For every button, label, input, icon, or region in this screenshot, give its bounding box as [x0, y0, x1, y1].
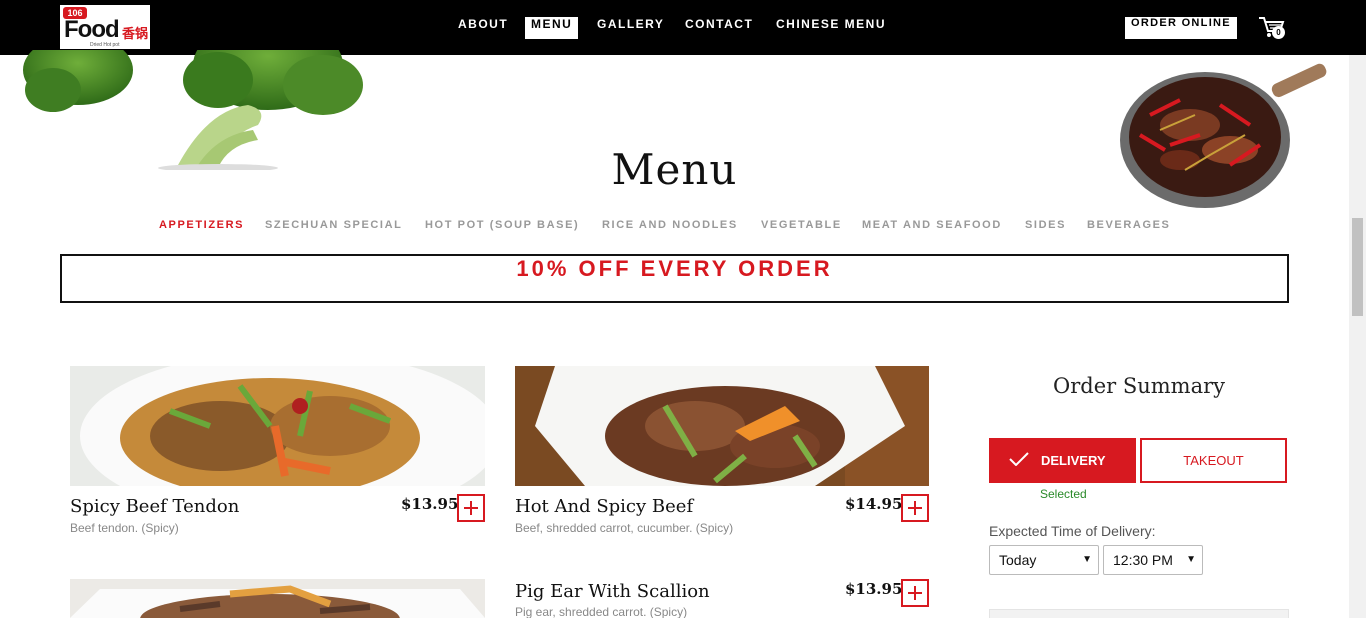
- time-select-value: 12:30 PM: [1113, 552, 1173, 568]
- caret-down-icon: ▼: [1082, 554, 1092, 565]
- tab-hot-pot[interactable]: HOT POT (SOUP BASE): [425, 219, 579, 231]
- selected-status: Selected: [1040, 487, 1087, 501]
- top-nav-bar: 106 Food 香锅 Dried Hot pot ABOUT MENU GAL…: [0, 0, 1366, 55]
- page-scrollbar[interactable]: [1349, 55, 1366, 618]
- nav-chinese-menu[interactable]: CHINESE MENU: [770, 17, 892, 39]
- caret-down-icon: ▼: [1186, 554, 1196, 565]
- category-tabs: APPETIZERS SZECHUAN SPECIAL HOT POT (SOU…: [0, 219, 1349, 235]
- order-online-button[interactable]: ORDER ONLINE: [1125, 17, 1237, 39]
- day-select-value: Today: [999, 552, 1037, 568]
- item-image[interactable]: [70, 366, 485, 486]
- scrollbar-thumb[interactable]: [1352, 218, 1363, 316]
- tab-beverages[interactable]: BEVERAGES: [1087, 219, 1170, 231]
- time-select[interactable]: 12:30 PM ▼: [1103, 545, 1203, 575]
- delivery-button[interactable]: DELIVERY: [989, 438, 1136, 483]
- item-price: $13.95: [401, 495, 459, 513]
- item-image[interactable]: [70, 579, 485, 618]
- delivery-label: DELIVERY: [1041, 453, 1106, 468]
- order-items-box: [989, 609, 1289, 618]
- item-name[interactable]: Hot And Spicy Beef: [515, 496, 693, 517]
- cart-count-badge: 0: [1272, 26, 1285, 39]
- item-image[interactable]: [515, 366, 929, 486]
- expected-time-label: Expected Time of Delivery:: [989, 523, 1156, 539]
- item-price: $13.95: [845, 580, 903, 598]
- add-to-cart-button[interactable]: [901, 579, 929, 607]
- takeout-button[interactable]: TAKEOUT: [1140, 438, 1287, 483]
- item-name[interactable]: Pig Ear With Scallion: [515, 581, 710, 602]
- tab-meat-and-seafood[interactable]: MEAT AND SEAFOOD: [862, 219, 1002, 231]
- item-description: Pig ear, shredded carrot. (Spicy): [515, 605, 688, 618]
- tab-szechuan-special[interactable]: SZECHUAN SPECIAL: [265, 219, 402, 231]
- tab-rice-and-noodles[interactable]: RICE AND NOODLES: [602, 219, 738, 231]
- add-to-cart-button[interactable]: [457, 494, 485, 522]
- day-select[interactable]: Today ▼: [989, 545, 1099, 575]
- tab-sides[interactable]: SIDES: [1025, 219, 1066, 231]
- tab-vegetable[interactable]: VEGETABLE: [761, 219, 842, 231]
- tab-appetizers[interactable]: APPETIZERS: [159, 219, 244, 231]
- order-summary-title: Order Summary: [1053, 374, 1225, 398]
- item-price: $14.95: [845, 495, 903, 513]
- nav-contact[interactable]: CONTACT: [679, 17, 759, 39]
- promo-banner: 10% OFF EVERY ORDER: [60, 254, 1289, 303]
- item-description: Beef, shredded carrot, cucumber. (Spicy): [515, 521, 734, 535]
- check-icon: [1009, 452, 1029, 466]
- add-to-cart-button[interactable]: [901, 494, 929, 522]
- page-title: Menu: [611, 145, 738, 194]
- nav-menu[interactable]: MENU: [525, 17, 579, 39]
- item-name[interactable]: Spicy Beef Tendon: [70, 496, 239, 517]
- logo-tagline: Dried Hot pot: [90, 42, 120, 48]
- nav-about[interactable]: ABOUT: [452, 17, 514, 39]
- item-description: Beef tendon. (Spicy): [70, 521, 179, 535]
- nav-gallery[interactable]: GALLERY: [591, 17, 670, 39]
